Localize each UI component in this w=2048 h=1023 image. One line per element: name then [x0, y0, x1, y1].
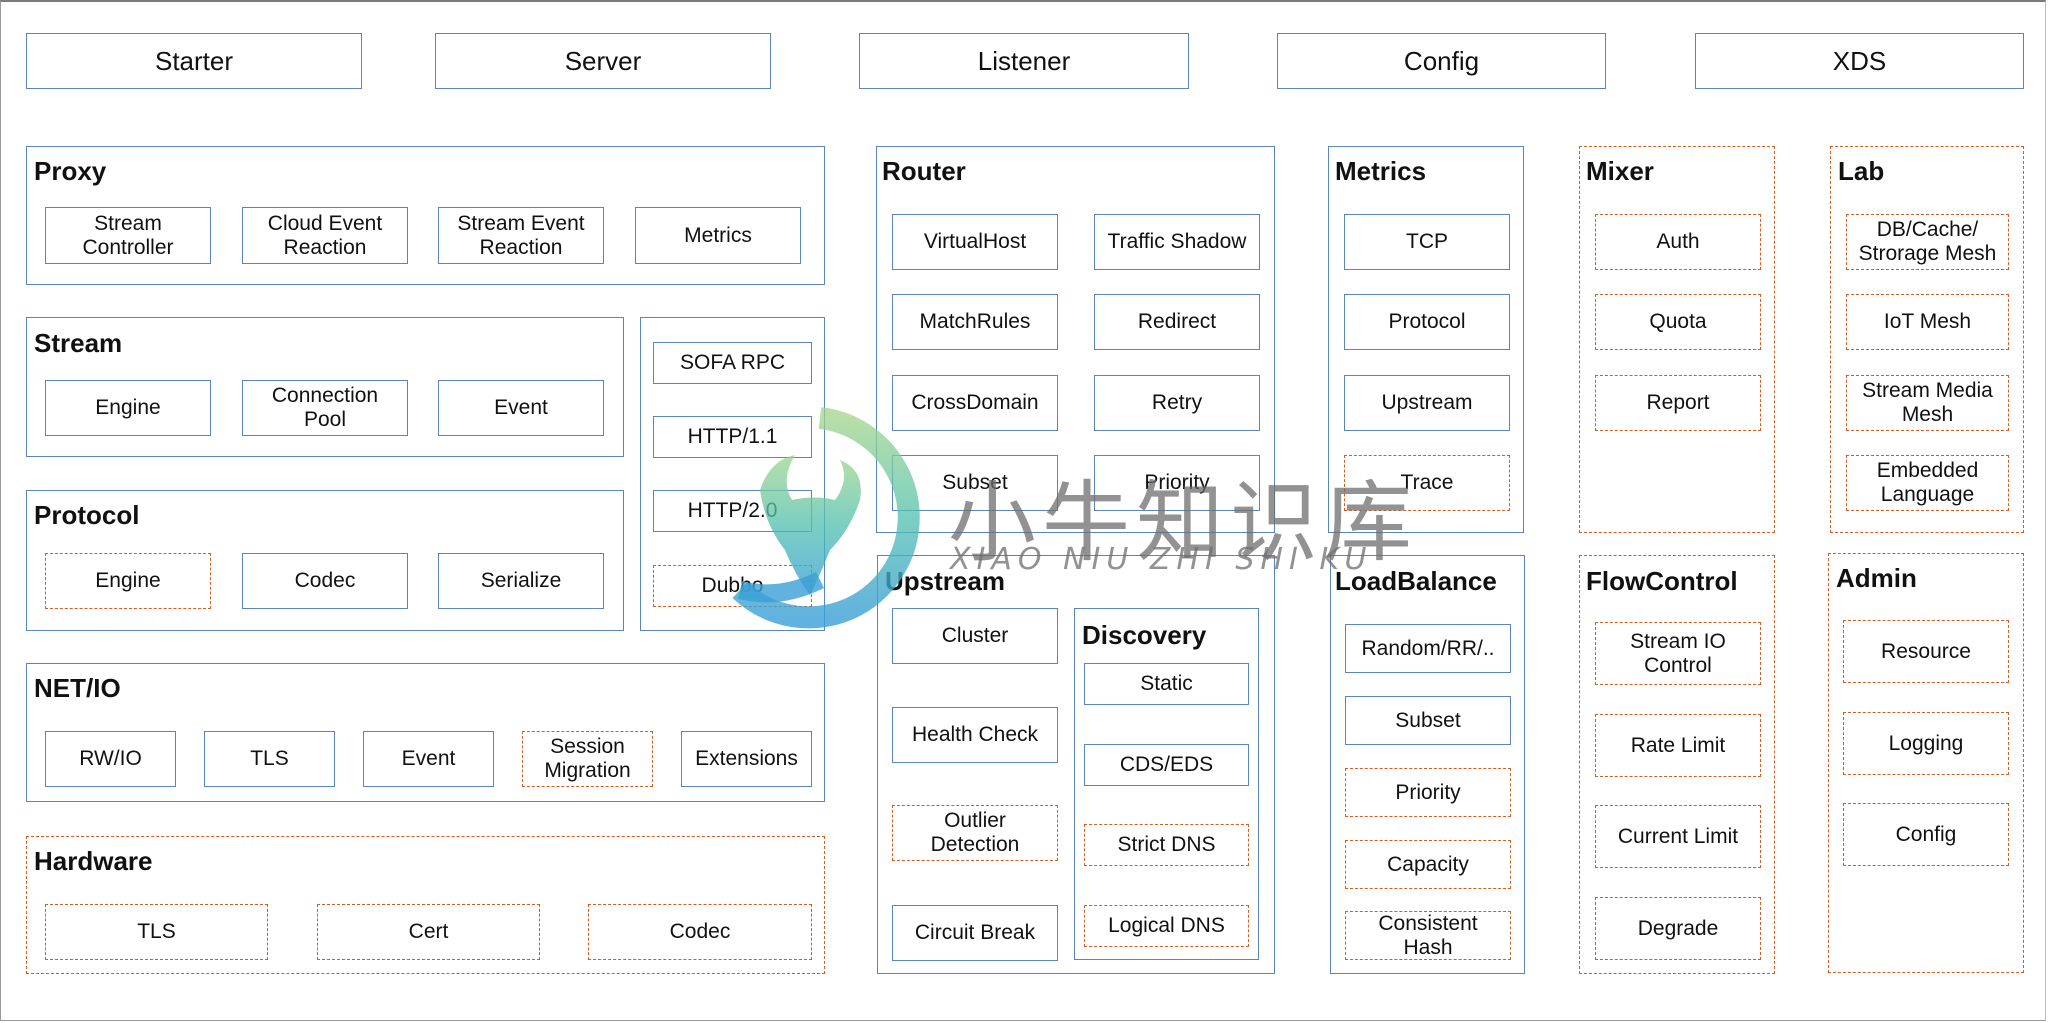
protocol-list-item: SOFA RPC: [653, 342, 812, 384]
xds-box: XDS: [1695, 33, 2024, 89]
metrics-item: Protocol: [1344, 294, 1510, 350]
mixer-item: Auth: [1595, 214, 1761, 270]
admin-item: Config: [1843, 803, 2009, 866]
lab-item: Embedded Language: [1846, 455, 2009, 511]
router-title: Router: [882, 156, 966, 186]
loadbalance-item: Subset: [1345, 696, 1511, 745]
router-item: Traffic Shadow: [1094, 214, 1260, 270]
netio-item: Event: [363, 731, 494, 787]
protocol-item: Engine: [45, 553, 211, 609]
loadbalance-item: Consistent Hash: [1345, 911, 1511, 960]
loadbalance-item: Capacity: [1345, 840, 1511, 889]
upstream-item: Cluster: [892, 608, 1058, 664]
flowcontrol-item: Degrade: [1595, 897, 1761, 960]
stream-item: Event: [438, 380, 604, 436]
upstream-item: Health Check: [892, 707, 1058, 763]
protocol-item: Codec: [242, 553, 408, 609]
loadbalance-item: Random/RR/..: [1345, 624, 1511, 673]
mixer-title: Mixer: [1586, 156, 1654, 186]
admin-title: Admin: [1836, 563, 1917, 593]
protocol-title: Protocol: [34, 500, 140, 530]
upstream-item: Circuit Break: [892, 905, 1058, 961]
router-item: Retry: [1094, 375, 1260, 431]
metrics-item: Upstream: [1344, 375, 1510, 431]
watermark-en-text: XIAO NIU ZHI SHI KU: [950, 542, 1373, 577]
proxy-item: Stream Event Reaction: [438, 207, 604, 264]
hardware-title: Hardware: [34, 846, 153, 876]
hardware-item: Cert: [317, 904, 540, 960]
router-item: CrossDomain: [892, 375, 1058, 431]
router-item: MatchRules: [892, 294, 1058, 350]
starter-box: Starter: [26, 33, 362, 89]
netio-title: NET/IO: [34, 673, 121, 703]
flowcontrol-item: Stream IO Control: [1595, 622, 1761, 685]
lab-item: Stream Media Mesh: [1846, 375, 2009, 431]
proxy-item: Metrics: [635, 207, 801, 264]
router-item: VirtualHost: [892, 214, 1058, 270]
metrics-title: Metrics: [1335, 156, 1427, 186]
discovery-title: Discovery: [1082, 620, 1207, 650]
listener-box: Listener: [859, 33, 1189, 89]
flowcontrol-item: Rate Limit: [1595, 714, 1761, 777]
metrics-item: TCP: [1344, 214, 1510, 270]
mixer-item: Report: [1595, 375, 1761, 431]
admin-item: Logging: [1843, 712, 2009, 775]
config-box: Config: [1277, 33, 1606, 89]
mixer-item: Quota: [1595, 294, 1761, 350]
flowcontrol-item: Current Limit: [1595, 805, 1761, 868]
loadbalance-item: Priority: [1345, 768, 1511, 817]
protocol-list-item: HTTP/1.1: [653, 416, 812, 458]
server-box: Server: [435, 33, 771, 89]
netio-item: RW/IO: [45, 731, 176, 787]
protocol-item: Serialize: [438, 553, 604, 609]
discovery-item: Static: [1084, 663, 1249, 705]
netio-item: TLS: [204, 731, 335, 787]
discovery-item: Strict DNS: [1084, 824, 1249, 866]
upstream-item: Outlier Detection: [892, 805, 1058, 861]
protocol-list-item: Dubbo: [653, 565, 812, 607]
flowcontrol-title: FlowControl: [1586, 566, 1738, 596]
proxy-item: Stream Controller: [45, 207, 211, 264]
proxy-title: Proxy: [34, 156, 107, 186]
hardware-item: Codec: [588, 904, 812, 960]
admin-item: Resource: [1843, 620, 2009, 683]
stream-title: Stream: [34, 328, 123, 358]
netio-item: Session Migration: [522, 731, 653, 787]
lab-title: Lab: [1838, 156, 1885, 186]
protocol-list-item: HTTP/2.0: [653, 490, 812, 532]
stream-item: Engine: [45, 380, 211, 436]
lab-item: DB/Cache/ Strorage Mesh: [1846, 214, 2009, 270]
stream-item: Connection Pool: [242, 380, 408, 436]
lab-item: IoT Mesh: [1846, 294, 2009, 350]
router-item: Redirect: [1094, 294, 1260, 350]
proxy-item: Cloud Event Reaction: [242, 207, 408, 264]
discovery-item: CDS/EDS: [1084, 744, 1249, 786]
hardware-item: TLS: [45, 904, 268, 960]
netio-item: Extensions: [681, 731, 812, 787]
discovery-item: Logical DNS: [1084, 905, 1249, 947]
